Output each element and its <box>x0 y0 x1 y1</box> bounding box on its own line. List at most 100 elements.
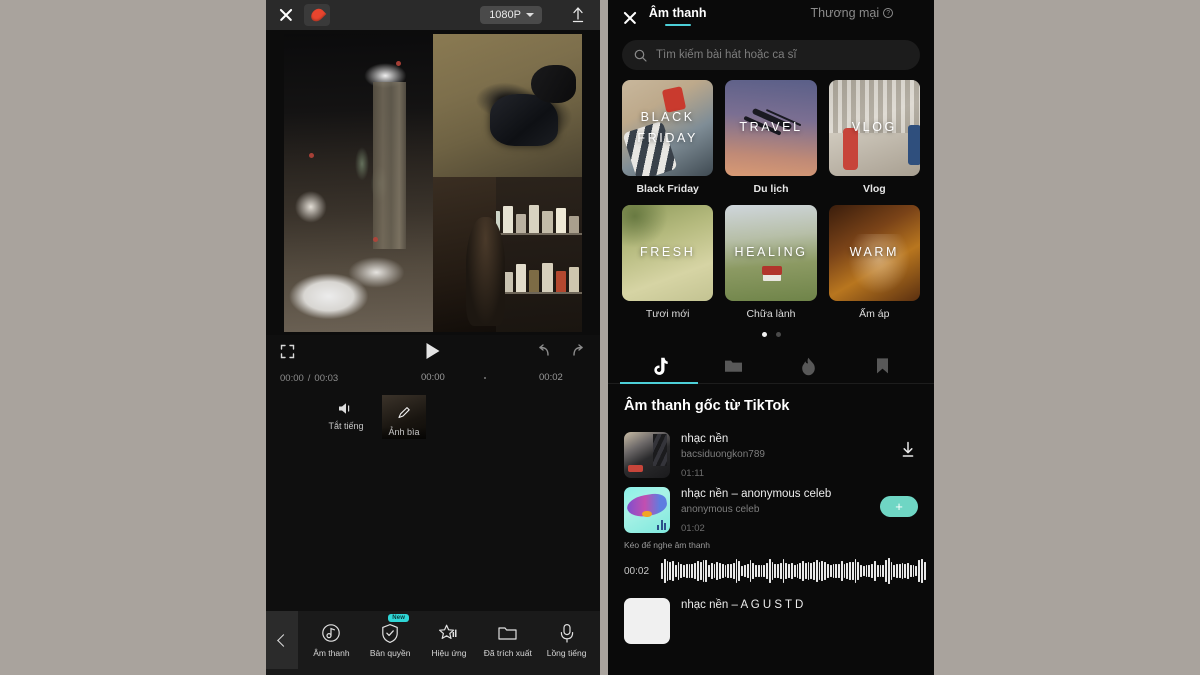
source-tab-tiktok[interactable] <box>622 349 697 383</box>
preview-playbar <box>266 335 600 367</box>
drag-hint-label: Kéo để nghe âm thanh <box>624 540 711 550</box>
search-input[interactable]: Tìm kiếm bài hát hoặc ca sĩ <box>622 40 920 70</box>
song-duration: 01:02 <box>681 523 705 534</box>
source-tab-trending[interactable] <box>771 349 846 383</box>
search-placeholder: Tìm kiếm bài hát hoặc ca sĩ <box>656 49 797 61</box>
tool-am-thanh[interactable]: Âm thanh <box>302 622 360 658</box>
microphone-icon <box>538 622 596 644</box>
sound-panel-tabs: Âm thanh Thương mại ? <box>608 6 934 26</box>
equalizer-icon <box>657 519 666 530</box>
category-overlay-text: WARM <box>849 245 900 260</box>
carousel-pagination <box>608 332 934 337</box>
tool-label: Âm thanh <box>313 648 350 658</box>
home-indicator-bar <box>266 669 600 675</box>
tool-hieu-ung[interactable]: Hiệu ứng <box>420 622 478 658</box>
source-tab-saved[interactable] <box>846 349 921 383</box>
song-title: nhạc nền <box>681 433 729 445</box>
category-tuoi-moi[interactable]: FRESH Tươi mới <box>622 205 714 320</box>
category-image: BLACK FRIDAY <box>622 80 714 176</box>
tool-list: Âm thanh New Bản quyền Hiệu ứng Đã trích… <box>298 614 600 658</box>
timeline-body[interactable]: Tắt tiếng Ảnh bìa + + <box>266 389 600 627</box>
cover-thumbnail-button[interactable]: Ảnh bìa <box>382 395 426 439</box>
flame-icon-button[interactable] <box>304 4 330 26</box>
tab-label: Thương mại <box>810 6 880 20</box>
tool-ban-quyen[interactable]: New Bản quyền <box>361 614 419 658</box>
category-vlog[interactable]: VLOG Vlog <box>828 80 920 195</box>
category-caption: Black Friday <box>636 183 699 195</box>
category-du-lich[interactable]: TRAVEL Du lịch <box>725 80 817 195</box>
source-tab-folder[interactable] <box>697 349 772 383</box>
desert-shoe <box>531 65 577 103</box>
folder-icon <box>479 622 537 644</box>
resolution-selector[interactable]: 1080P <box>480 6 542 24</box>
editor-bottom-toolbar: Âm thanh New Bản quyền Hiệu ứng Đã trích… <box>266 611 600 669</box>
song-thumbnail <box>624 487 670 533</box>
song-duration: 01:11 <box>681 468 705 479</box>
song-row-1[interactable]: nhạc nền bacsiduongkon789 01:11 <box>608 424 934 479</box>
upload-icon[interactable] <box>568 5 588 25</box>
song-row-3-partial[interactable]: nhạc nền – A G U S T D <box>608 588 934 644</box>
back-button[interactable] <box>266 611 298 669</box>
redo-icon[interactable] <box>570 343 586 359</box>
desert-image <box>433 34 582 178</box>
song-info: nhạc nền bacsiduongkon789 01:11 <box>670 432 898 479</box>
tool-label: Đã trích xuất <box>483 648 532 658</box>
song-title: nhạc nền – anonymous celeb <box>681 488 832 500</box>
song-row-2[interactable]: nhạc nền – anonymous celeb anonymous cel… <box>608 479 934 534</box>
tiktok-icon <box>654 357 668 375</box>
mute-label: Tắt tiếng <box>328 421 364 431</box>
tool-label: Lồng tiếng <box>546 648 587 658</box>
editor-topbar: 1080P <box>266 0 600 30</box>
video-preview[interactable] <box>266 30 600 335</box>
tab-am-thanh[interactable]: Âm thanh <box>649 6 707 26</box>
timeline-timecodes: 00:00 / 00:03 00:00 00:02 <box>266 367 600 389</box>
tab-thuong-mai[interactable]: Thương mại ? <box>810 6 894 26</box>
source-tabs <box>608 349 934 384</box>
undo-icon[interactable] <box>536 343 552 359</box>
song-artist: bacsiduongkon789 <box>681 449 765 460</box>
sound-panel-header: Âm thanh Thương mại ? <box>608 0 934 36</box>
folder-icon <box>725 360 743 372</box>
play-icon[interactable] <box>426 343 440 359</box>
tool-label: Bản quyền <box>369 648 411 658</box>
total-time: 00:03 <box>314 372 339 384</box>
collage-cell-bar <box>433 177 582 332</box>
expand-icon[interactable] <box>280 344 295 359</box>
mute-toggle[interactable]: Tắt tiếng <box>324 395 368 431</box>
bookmark-icon <box>877 358 889 374</box>
category-image: FRESH <box>622 205 714 301</box>
close-icon[interactable] <box>278 7 294 23</box>
star-effect-icon <box>420 622 478 644</box>
tool-da-trich-xuat[interactable]: Đã trích xuất <box>479 622 537 658</box>
tool-label: Hiệu ứng <box>431 648 467 658</box>
pagination-dot[interactable] <box>775 332 781 337</box>
tool-long-tieng[interactable]: Lồng tiếng <box>538 622 596 658</box>
pillar-decor <box>373 81 407 249</box>
timeline-ruler[interactable]: 00:00 00:02 <box>421 367 600 389</box>
add-sound-button[interactable]: + <box>880 496 918 517</box>
flame-icon <box>801 357 815 375</box>
category-image: HEALING <box>725 205 817 301</box>
category-chua-lanh[interactable]: HEALING Chữa lành <box>725 205 817 320</box>
category-am-ap[interactable]: WARM Ấm áp <box>828 205 920 320</box>
category-grid: BLACK FRIDAY Black Friday TRAVEL Du lịch… <box>608 70 934 320</box>
collage-right-column <box>433 34 582 332</box>
ornament-dot <box>395 60 401 66</box>
current-time: 00:00 <box>280 372 304 384</box>
download-icon[interactable] <box>898 440 918 460</box>
search-icon <box>634 49 647 62</box>
video-collage <box>284 34 582 332</box>
category-caption: Tươi mới <box>645 308 690 320</box>
audio-waveform[interactable] <box>661 554 926 588</box>
song-info: nhạc nền – anonymous celeb anonymous cel… <box>670 487 880 534</box>
category-black-friday[interactable]: BLACK FRIDAY Black Friday <box>622 80 714 195</box>
ruler-tick <box>484 377 486 379</box>
category-caption: Ấm áp <box>859 308 890 320</box>
waveform-row[interactable]: 00:02 <box>608 550 934 588</box>
music-note-icon <box>302 622 360 644</box>
question-mark-icon[interactable]: ? <box>883 8 894 18</box>
song-thumbnail <box>624 432 670 478</box>
bar-image <box>433 177 582 332</box>
pagination-dot-active[interactable] <box>761 332 767 337</box>
category-caption: Vlog <box>862 183 886 195</box>
